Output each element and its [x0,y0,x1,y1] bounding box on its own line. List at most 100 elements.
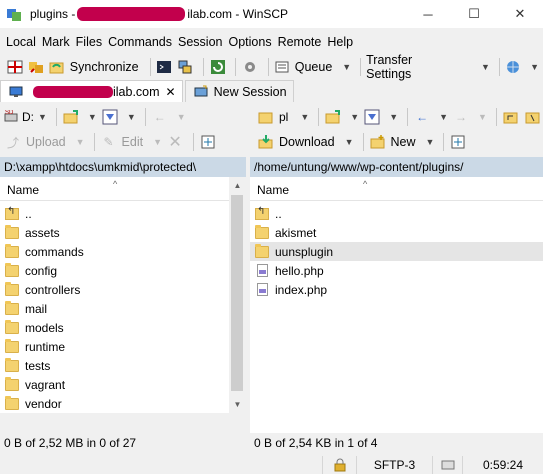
back-dropdown-chevron-icon[interactable]: ▼ [177,112,186,122]
left-column-header-name[interactable]: Name ^ [0,179,229,201]
left-nav-toolbar: SD D: ▼ ▼ ▼ ← ▼ [4,105,190,129]
new-folder-icon[interactable] [369,133,387,151]
edit-button[interactable]: Edit [122,135,144,149]
putty-icon[interactable] [177,58,194,76]
tab-close-icon[interactable]: ✕ [166,85,176,99]
title-suffix: ilab.com - WinSCP [187,7,289,21]
queue-dropdown-chevron-icon[interactable]: ▼ [342,62,351,72]
open-folder-dropdown-chevron-icon[interactable]: ▼ [88,112,97,122]
drive-dropdown-chevron-icon[interactable]: ▼ [38,112,47,122]
filter-icon[interactable] [363,108,381,126]
console-icon[interactable] [156,58,173,76]
toolbar-separator [362,133,364,151]
forward-dropdown-chevron-icon[interactable]: ▼ [478,112,487,122]
synchronize-button[interactable]: Synchronize [70,60,139,74]
left-scrollbar[interactable]: ▲ ▼ [229,177,246,413]
back-dropdown-chevron-icon[interactable]: ▼ [439,112,448,122]
maximize-button[interactable]: ☐ [451,0,497,28]
transfer-settings-button[interactable]: Transfer Settings [366,53,457,81]
close-button[interactable]: ✕ [497,0,543,28]
list-item[interactable]: vagrant [0,375,229,394]
open-folder-icon[interactable] [62,108,80,126]
menu-mark[interactable]: Mark [42,35,70,49]
edit-dropdown-chevron-icon[interactable]: ▼ [153,137,162,147]
scroll-up-arrow-icon[interactable]: ▲ [229,177,246,194]
folder-icon [257,108,275,126]
list-item[interactable]: .. [0,204,229,223]
upload-button[interactable]: Upload [26,135,66,149]
menu-options[interactable]: Options [228,35,271,49]
list-item[interactable]: mail [0,299,229,318]
delete-icon[interactable]: ✕ [166,133,184,151]
remote-dir-selector[interactable]: pl [279,110,288,124]
remote-dir-dropdown-chevron-icon[interactable]: ▼ [300,112,309,122]
menu-remote[interactable]: Remote [278,35,322,49]
transfer-settings-dropdown-chevron-icon[interactable]: ▼ [481,62,490,72]
new-button[interactable]: New [391,135,416,149]
drive-icon[interactable]: SD [4,108,18,126]
list-item[interactable]: controllers [0,280,229,299]
folder-icon [255,224,269,239]
right-action-toolbar: Download ▼ New ▼ [257,130,471,154]
right-path-bar[interactable]: /home/untung/www/wp-content/plugins/ [250,157,543,177]
list-item[interactable]: commands [0,242,229,261]
menu-help[interactable]: Help [327,35,353,49]
queue-icon[interactable] [273,58,290,76]
filter-icon[interactable] [101,108,119,126]
refresh-icon[interactable] [209,58,226,76]
scroll-down-arrow-icon[interactable]: ▼ [229,396,246,413]
right-path-text: /home/untung/www/wp-content/plugins/ [254,160,464,174]
open-folder-icon[interactable] [324,108,342,126]
drive-selector[interactable]: D: [22,110,34,124]
download-button[interactable]: Download [279,135,335,149]
list-item[interactable]: index.php [250,280,543,299]
filter-dropdown-chevron-icon[interactable]: ▼ [389,112,398,122]
new-plus-icon[interactable] [449,133,467,151]
root-directory-icon[interactable] [524,108,542,126]
list-item[interactable]: akismet [250,223,543,242]
left-scrollbar-thumb[interactable] [231,195,243,391]
globe-dropdown-chevron-icon[interactable]: ▼ [530,62,539,72]
open-folder-dropdown-chevron-icon[interactable]: ▼ [350,112,359,122]
forward-arrow-icon[interactable]: → [452,108,470,126]
tab-session-active[interactable]: ilab.com ✕ [0,80,183,102]
menu-session[interactable]: Session [178,35,222,49]
list-item[interactable]: assets [0,223,229,242]
list-item[interactable]: models [0,318,229,337]
list-item[interactable]: config [0,261,229,280]
folder-icon [5,281,19,296]
globe-icon[interactable] [505,58,522,76]
parent-directory-icon[interactable] [502,108,520,126]
list-item[interactable]: hello.php [250,261,543,280]
new-session-icon [192,83,210,101]
upload-dropdown-chevron-icon[interactable]: ▼ [76,137,85,147]
right-column-header-name[interactable]: Name ^ [250,179,543,201]
sync-browsing-icon[interactable] [27,58,44,76]
list-item[interactable]: vendor [0,394,229,413]
list-item[interactable]: runtime [0,337,229,356]
list-item-selected[interactable]: uunsplugin [250,242,543,261]
download-icon[interactable] [257,133,275,151]
upload-icon[interactable]: ⤴ [4,133,22,151]
list-item[interactable]: .. [250,204,543,223]
compare-directories-icon[interactable] [6,58,23,76]
minimize-button[interactable]: ─ [405,0,451,28]
left-path-bar[interactable]: D:\xampp\htdocs\umkmid\protected\ [0,157,246,177]
menu-commands[interactable]: Commands [108,35,172,49]
menu-local[interactable]: Local [6,35,36,49]
preferences-gear-icon[interactable] [241,58,258,76]
new-dropdown-chevron-icon[interactable]: ▼ [426,137,435,147]
back-arrow-icon[interactable]: ← [151,108,169,126]
back-arrow-icon[interactable]: ← [413,108,431,126]
list-item[interactable]: tests [0,356,229,375]
synchronize-icon[interactable] [49,58,66,76]
queue-button[interactable]: Queue [295,60,333,74]
filter-dropdown-chevron-icon[interactable]: ▼ [127,112,136,122]
toolbar-separator [149,58,151,76]
download-dropdown-chevron-icon[interactable]: ▼ [345,137,354,147]
edit-icon[interactable]: ✎ [100,133,118,151]
menu-files[interactable]: Files [76,35,102,49]
tab-new-session[interactable]: New Session [184,80,294,102]
tab-new-session-label: New Session [213,84,287,99]
new-plus-icon[interactable] [199,133,217,151]
